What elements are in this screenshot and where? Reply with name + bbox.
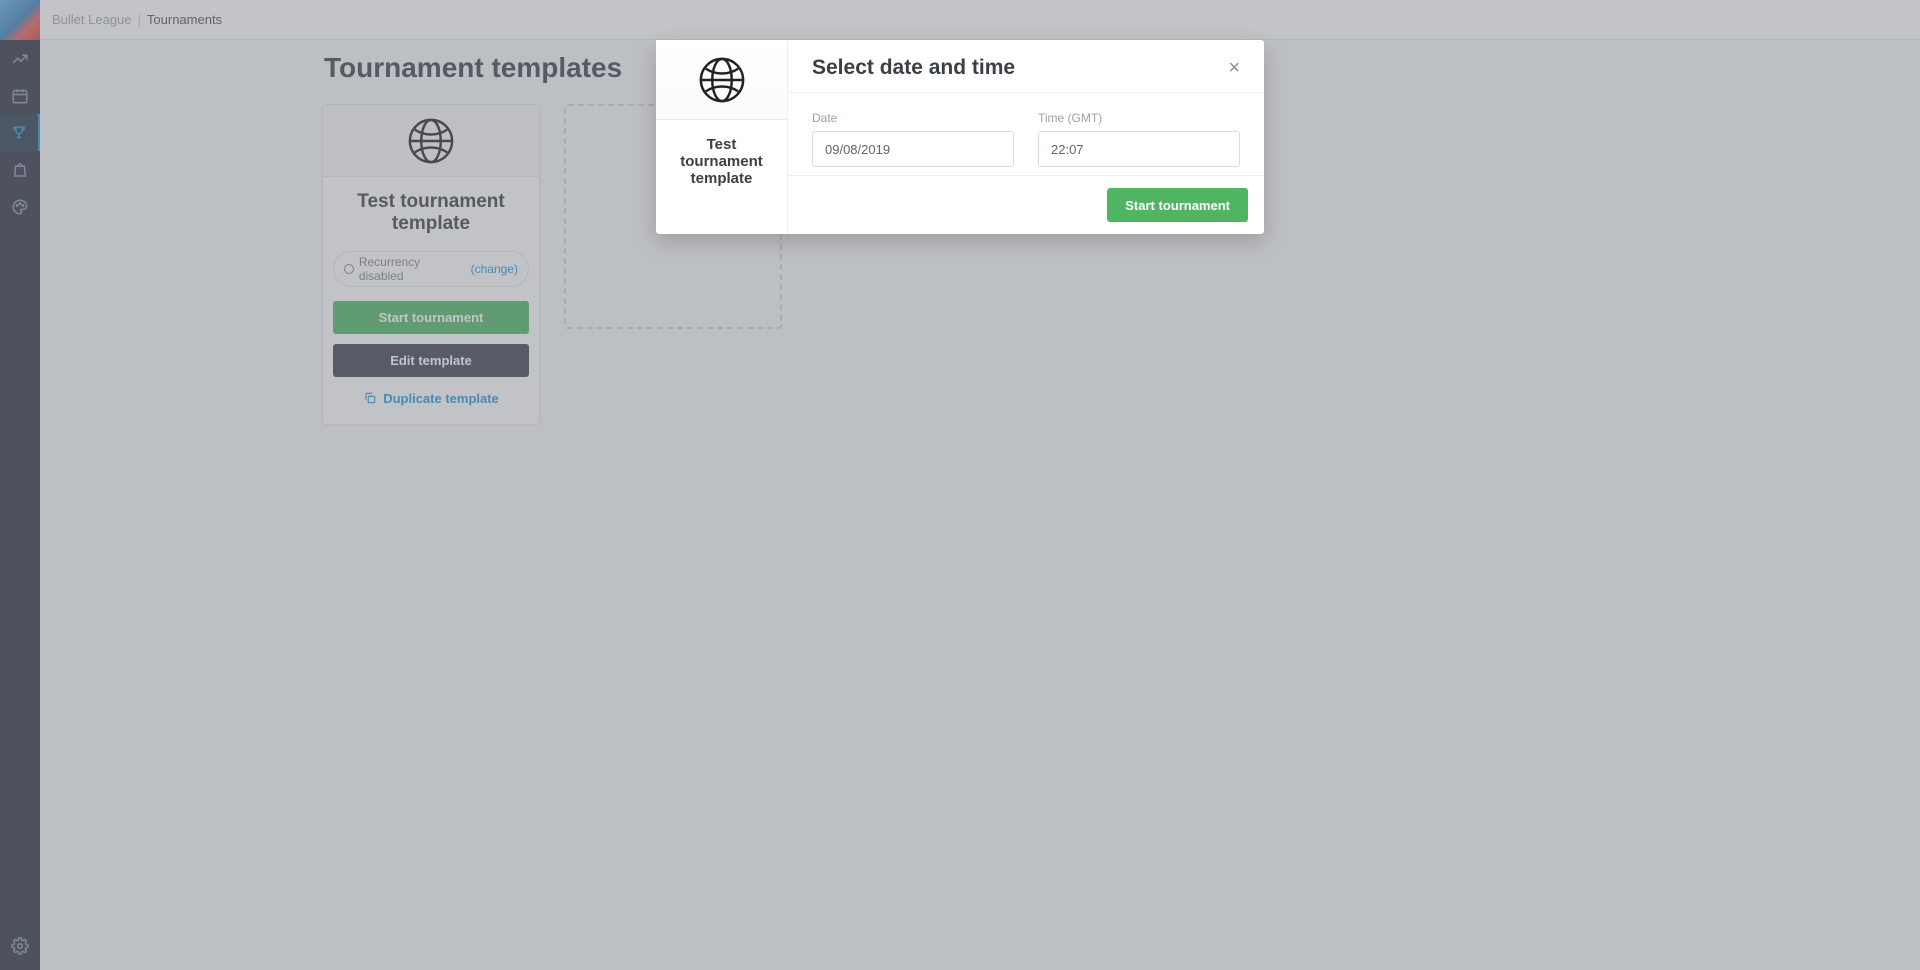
datetime-modal: Test tournament template Select date and… (656, 40, 1264, 234)
globe-icon (696, 54, 748, 106)
modal-close-button[interactable]: × (1228, 58, 1240, 78)
time-input[interactable] (1038, 131, 1240, 167)
modal-header: Select date and time × (788, 40, 1264, 93)
modal-body: Date Time (GMT) (788, 93, 1264, 175)
modal-title: Select date and time (812, 56, 1015, 80)
date-label: Date (812, 111, 1014, 125)
date-field: Date (812, 111, 1014, 167)
modal-left-panel: Test tournament template (656, 40, 788, 234)
date-input[interactable] (812, 131, 1014, 167)
modal-footer: Start tournament (788, 175, 1264, 234)
modal-left-header (656, 40, 787, 120)
time-field: Time (GMT) (1038, 111, 1240, 167)
time-label: Time (GMT) (1038, 111, 1240, 125)
modal-right-panel: Select date and time × Date Time (GMT) S… (788, 40, 1264, 234)
modal-start-button[interactable]: Start tournament (1107, 188, 1248, 222)
modal-left-title: Test tournament template (656, 120, 787, 203)
